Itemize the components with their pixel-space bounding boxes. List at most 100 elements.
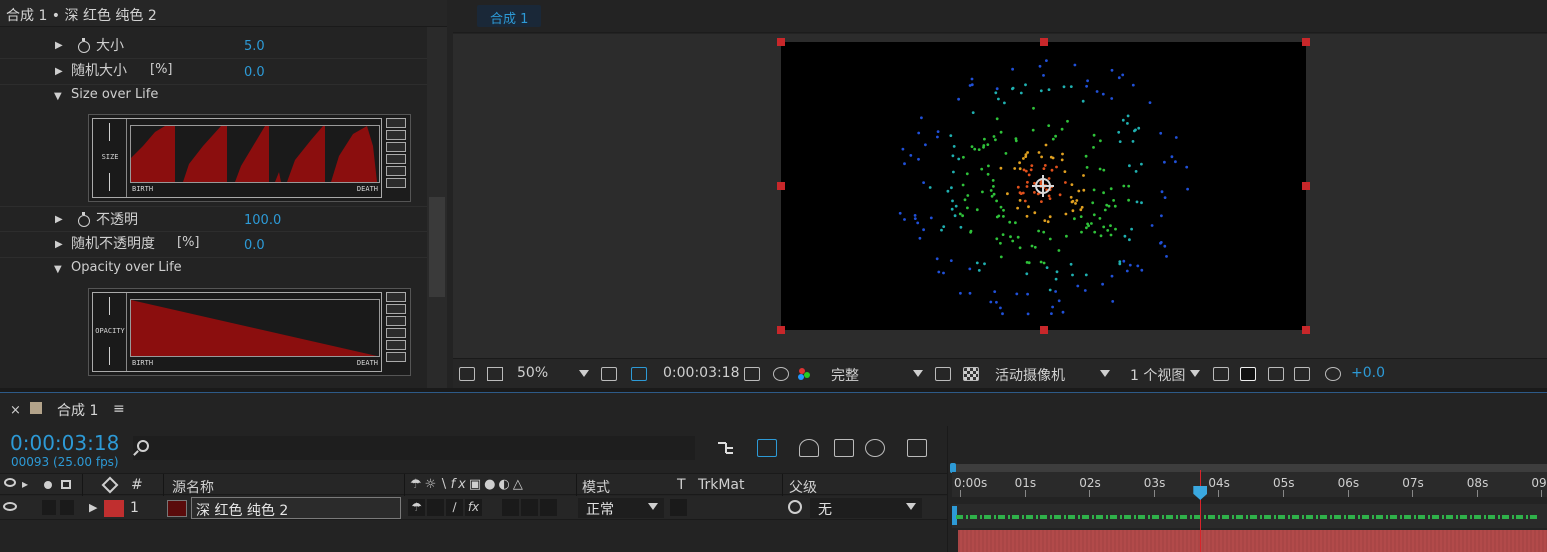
preserve-transparency-toggle[interactable]	[670, 499, 687, 516]
tab-composition[interactable]: 合成 1	[477, 5, 542, 27]
pick-whip-icon[interactable]	[788, 500, 802, 514]
frame-blend-switch[interactable]	[502, 499, 519, 516]
resolution-select[interactable]: 完整	[831, 365, 859, 385]
transform-handle[interactable]	[777, 326, 785, 334]
layer-name-field[interactable]: 深 红色 纯色 2	[191, 497, 401, 519]
property-row-opacity[interactable]: ▶ 不透明 100.0	[0, 206, 427, 232]
region-of-interest-icon[interactable]	[631, 367, 647, 381]
eye-icon[interactable]	[3, 502, 17, 511]
timeline-track-area[interactable]: 0:00s 01s 02s 03s 04s 05s 06s 07s 08s 09s	[947, 426, 1547, 552]
tab-timeline-composition[interactable]: 合成 1	[57, 400, 98, 420]
chevron-down-icon[interactable]	[913, 370, 923, 377]
preset-button[interactable]	[386, 166, 406, 176]
transform-handle[interactable]	[1302, 182, 1310, 190]
anchor-point-icon[interactable]	[1032, 175, 1054, 197]
view-layout-select[interactable]: 1 个视图	[1130, 365, 1185, 385]
stopwatch-icon[interactable]	[78, 212, 90, 227]
twirl-arrow-icon[interactable]: ▶	[55, 214, 63, 225]
draft-3d-icon[interactable]	[757, 439, 777, 457]
monitor-icon[interactable]	[487, 367, 503, 381]
effects-switch[interactable]: fx	[465, 499, 482, 516]
playhead-handle[interactable]	[1193, 486, 1208, 500]
size-over-life-graph[interactable]: SIZE BIRTH DEATH	[88, 114, 411, 202]
quality-switch[interactable]: ∕	[446, 499, 463, 516]
twirl-arrow-icon[interactable]: ▶	[55, 40, 63, 51]
transform-handle[interactable]	[777, 182, 785, 190]
lock-toggle[interactable]	[60, 500, 74, 515]
time-ruler[interactable]: 0:00s 01s 02s 03s 04s 05s 06s 07s 08s 09s	[952, 472, 1547, 497]
timeline-icon[interactable]	[1268, 367, 1284, 381]
preset-button[interactable]	[386, 316, 406, 326]
twirl-arrow-down-icon[interactable]: ▼	[54, 264, 62, 275]
toggle-pixel-aspect-icon[interactable]	[1213, 367, 1229, 381]
preset-button[interactable]	[386, 352, 406, 362]
preset-button[interactable]	[386, 154, 406, 164]
adjustment-switch[interactable]	[540, 499, 557, 516]
transform-handle[interactable]	[1302, 38, 1310, 46]
preset-button[interactable]	[386, 118, 406, 128]
property-row-random-size[interactable]: ▶ 随机大小 [%] 0.0	[0, 59, 427, 85]
fit-region-icon[interactable]	[601, 367, 617, 381]
preset-button[interactable]	[386, 328, 406, 338]
exposure-value[interactable]: +0.0	[1351, 365, 1385, 381]
twirl-arrow-icon[interactable]: ▶	[89, 501, 97, 514]
twirl-arrow-down-icon[interactable]: ▼	[54, 91, 62, 102]
composition-canvas[interactable]	[781, 42, 1306, 330]
property-row-size-over-life[interactable]: ▼ Size over Life	[0, 85, 427, 111]
property-row-size[interactable]: ▶ 大小 5.0	[0, 33, 427, 59]
chevron-down-icon[interactable]	[1190, 370, 1200, 377]
composition-flowchart-icon[interactable]	[716, 439, 736, 457]
work-area-bar[interactable]	[952, 464, 1547, 472]
preset-button[interactable]	[386, 340, 406, 350]
playhead-line[interactable]	[1200, 470, 1202, 552]
twirl-arrow-icon[interactable]: ▶	[55, 239, 63, 250]
current-time-display[interactable]: 0:00:03:18	[10, 431, 119, 455]
chevron-down-icon[interactable]	[579, 370, 589, 377]
layer-row[interactable]: ▶ 1 深 红色 纯色 2 ☂ ∕ fx 正常 无	[0, 496, 947, 520]
graph-preset-buttons[interactable]	[386, 118, 408, 198]
panel-menu-icon[interactable]: ≡	[113, 401, 125, 417]
fast-previews-icon[interactable]	[935, 367, 951, 381]
stopwatch-icon[interactable]	[78, 38, 90, 53]
layer-search-input[interactable]	[133, 436, 695, 460]
property-row-opacity-over-life[interactable]: ▼ Opacity over Life	[0, 258, 427, 284]
preset-button[interactable]	[386, 142, 406, 152]
motion-blur-switch[interactable]	[521, 499, 538, 516]
chevron-down-icon[interactable]	[648, 503, 658, 510]
property-value[interactable]: 100.0	[244, 213, 281, 228]
graph-preset-buttons[interactable]	[386, 292, 408, 372]
preset-button[interactable]	[386, 304, 406, 314]
transform-handle[interactable]	[1302, 326, 1310, 334]
preset-button[interactable]	[386, 178, 406, 188]
property-value[interactable]: 0.0	[244, 65, 265, 80]
graph-editor-icon[interactable]	[907, 439, 927, 457]
layer-label-color[interactable]	[104, 500, 124, 517]
fast-draft-icon[interactable]	[1240, 367, 1256, 381]
effect-controls-scrollbar[interactable]	[427, 27, 447, 388]
twirl-arrow-icon[interactable]: ▶	[55, 66, 63, 77]
shy-switch[interactable]: ☂	[408, 499, 425, 516]
layer-duration-bar[interactable]	[958, 530, 1547, 552]
camera-icon[interactable]	[744, 367, 760, 381]
show-snapshot-icon[interactable]	[773, 367, 789, 381]
close-icon[interactable]: ×	[10, 403, 21, 418]
audio-toggle[interactable]	[42, 500, 56, 515]
exposure-icon[interactable]	[1325, 367, 1341, 381]
preset-button[interactable]	[386, 292, 406, 302]
shy-layers-icon[interactable]	[799, 439, 819, 457]
flowchart-icon[interactable]	[1294, 367, 1310, 381]
zoom-level[interactable]: 50%	[517, 365, 548, 381]
current-timecode[interactable]: 0:00:03:18	[663, 365, 740, 381]
preset-button[interactable]	[386, 130, 406, 140]
graph-plot-area[interactable]	[130, 299, 380, 357]
always-preview-icon[interactable]	[459, 367, 475, 381]
chevron-down-icon[interactable]	[906, 503, 916, 510]
composition-viewer[interactable]	[453, 34, 1547, 358]
camera-view-select[interactable]: 活动摄像机	[995, 365, 1065, 385]
collapse-switch[interactable]	[427, 499, 444, 516]
transform-handle[interactable]	[1040, 38, 1048, 46]
column-source-name[interactable]: 源名称	[172, 477, 214, 497]
opacity-over-life-graph[interactable]: OPACITY BIRTH DEATH	[88, 288, 411, 376]
property-row-random-opacity[interactable]: ▶ 随机不透明度 [%] 0.0	[0, 232, 427, 258]
graph-plot-area[interactable]	[130, 125, 380, 183]
